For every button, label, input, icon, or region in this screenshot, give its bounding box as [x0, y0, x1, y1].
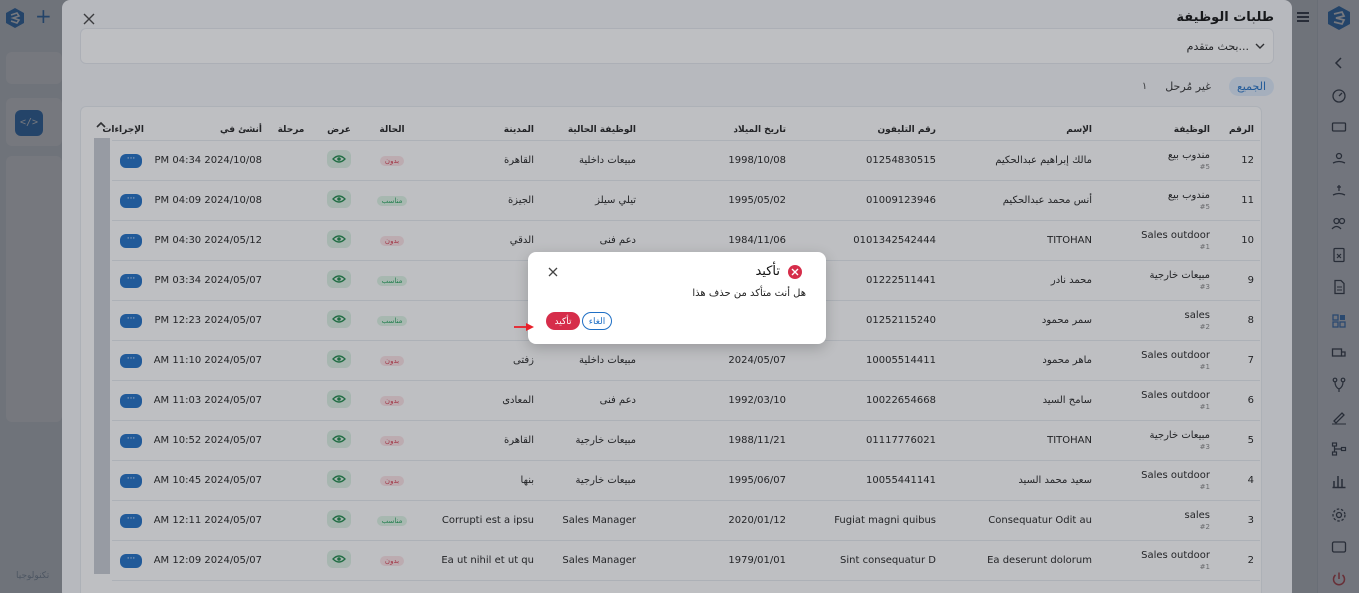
confirm-button[interactable]: تأكيد — [546, 312, 580, 330]
pointer-arrow-icon — [514, 323, 534, 331]
cancel-button[interactable]: الغاء — [582, 312, 612, 330]
dialog-title: تأكيد — [755, 264, 780, 279]
dialog-message: هل أنت متأكد من حذف هذا — [692, 288, 806, 299]
confirm-delete-dialog: تأكيد هل أنت متأكد من حذف هذا تأكيد الغا… — [528, 252, 826, 344]
dialog-close-icon[interactable] — [548, 267, 558, 277]
error-x-circle-icon — [788, 265, 802, 279]
